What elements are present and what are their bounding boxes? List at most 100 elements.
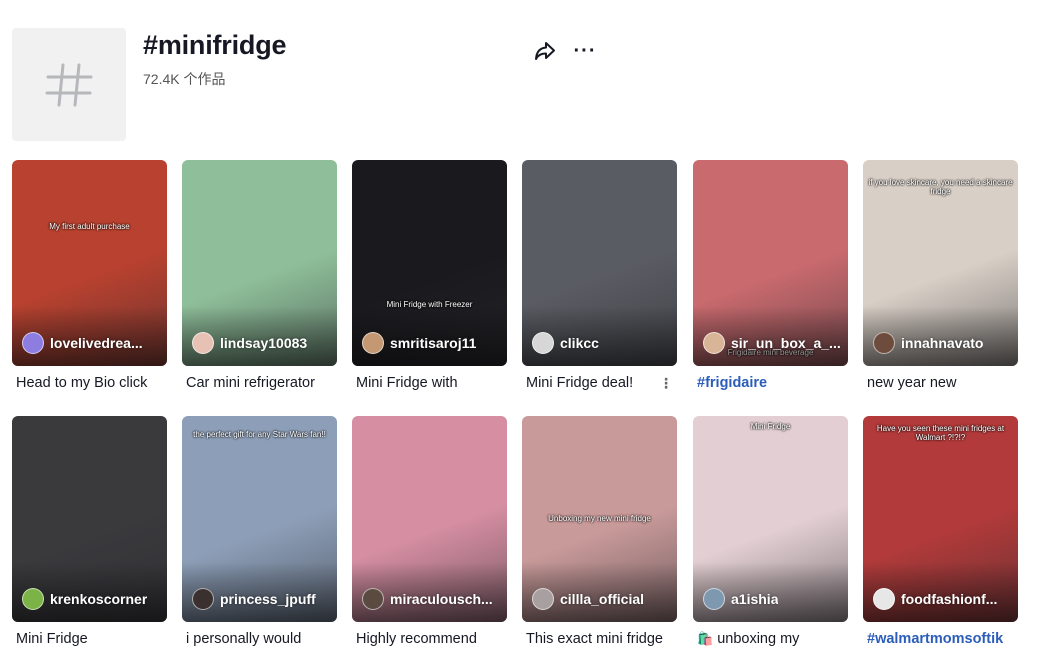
video-thumbnail[interactable]: lindsay10083 (182, 160, 337, 366)
video-author[interactable]: krenkoscorner (22, 588, 147, 610)
author-name: foodfashionf... (901, 591, 998, 607)
video-caption[interactable]: Highly recommend (356, 629, 507, 649)
video-overlay-text: Mini Fridge (750, 422, 791, 431)
avatar (192, 588, 214, 610)
video-card[interactable]: Frigidaire mini beveragesir_un_box_a_...… (693, 160, 848, 393)
caption-text: i personally would (186, 631, 302, 647)
video-card[interactable]: My first adult purchase lovelivedrea... He… (12, 160, 167, 393)
video-thumbnail[interactable]: miraculousch... (352, 416, 507, 622)
video-author[interactable]: smritisaroj11 (362, 332, 476, 354)
caption-text: Highly recommend (356, 631, 477, 647)
video-thumbnail[interactable]: My first adult purchase lovelivedrea... (12, 160, 167, 366)
video-thumbnail[interactable]: Frigidaire mini beveragesir_un_box_a_... (693, 160, 848, 366)
video-author[interactable]: foodfashionf... (873, 588, 997, 610)
video-overlay-text: if you love skincare, you need a skincar… (868, 178, 1013, 196)
shopping-bag-icon: 🛍️ (697, 631, 714, 646)
avatar (873, 588, 895, 610)
share-button[interactable] (532, 38, 558, 64)
video-card[interactable]: krenkoscorner Mini Fridge (12, 416, 167, 649)
video-author[interactable]: cillla_official (532, 588, 644, 610)
video-overlay-text: Unboxing my new mini fridge (548, 514, 651, 523)
avatar (703, 588, 725, 610)
caption-text: Head to my Bio click (16, 375, 148, 391)
caption-text: This exact mini fridge (526, 631, 663, 647)
video-count: 72.4K 个作品 (143, 71, 226, 87)
video-thumbnail[interactable]: if you love skincare, you need a skincar… (863, 160, 1018, 366)
author-name: miraculousch... (390, 591, 493, 607)
author-name: clikcc (560, 335, 599, 351)
video-caption[interactable]: Mini Fridge deal! ⋮ (526, 373, 677, 393)
video-caption[interactable]: Car mini refrigerator (186, 373, 337, 393)
video-overlay-text: My first adult purchase (49, 222, 130, 231)
author-name: krenkoscorner (50, 591, 148, 607)
caption-text: #walmartmomsoftik (867, 631, 1004, 647)
video-author[interactable]: clikcc (532, 332, 599, 354)
share-icon (535, 42, 555, 60)
author-name: lindsay10083 (220, 335, 308, 351)
avatar (532, 332, 554, 354)
vertical-more-icon[interactable]: ⋮ (659, 373, 673, 393)
hashtag-avatar (12, 28, 126, 141)
video-thumbnail[interactable]: krenkoscorner (12, 416, 167, 622)
video-overlay-text: Have you seen these mini fridges at Walm… (876, 424, 1005, 442)
author-name: lovelivedrea... (50, 335, 143, 351)
video-caption[interactable]: This exact mini fridge (526, 629, 677, 649)
caption-text: Mini Fridge deal! (526, 375, 634, 391)
caption-text: new year new (867, 375, 957, 391)
video-caption[interactable]: new year new (867, 373, 1018, 393)
video-caption[interactable]: i personally would (186, 629, 337, 649)
video-thumbnail[interactable]: Mini Fridge a1ishia (693, 416, 848, 622)
avatar (703, 332, 725, 354)
video-thumbnail[interactable]: Unboxing my new mini fridge cillla_offici… (522, 416, 677, 622)
video-thumbnail[interactable]: the perfect gift for any Star Wars fan!!… (182, 416, 337, 622)
video-author[interactable]: a1ishia (703, 588, 778, 610)
author-name: sir_un_box_a_... (731, 335, 841, 351)
video-card[interactable]: the perfect gift for any Star Wars fan!!… (182, 416, 337, 649)
more-button[interactable]: ··· (572, 38, 598, 64)
avatar (362, 588, 384, 610)
author-name: cillla_official (560, 591, 645, 607)
video-author[interactable]: lovelivedrea... (22, 332, 143, 354)
video-author[interactable]: princess_jpuff (192, 588, 316, 610)
avatar (873, 332, 895, 354)
video-card[interactable]: Have you seen these mini fridges at Walm… (863, 416, 1018, 649)
video-caption[interactable]: Head to my Bio click (16, 373, 167, 393)
video-thumbnail[interactable]: clikcc (522, 160, 677, 366)
caption-text: Mini Fridge with (356, 375, 458, 391)
video-card[interactable]: Unboxing my new mini fridge cillla_offici… (522, 416, 677, 649)
video-author[interactable]: miraculousch... (362, 588, 493, 610)
video-caption[interactable]: #frigidaire (697, 373, 848, 393)
video-card[interactable]: if you love skincare, you need a skincar… (863, 160, 1018, 393)
video-author[interactable]: lindsay10083 (192, 332, 307, 354)
author-name: princess_jpuff (220, 591, 316, 607)
author-name: a1ishia (731, 591, 779, 607)
video-caption[interactable]: #walmartmomsoftik (867, 629, 1018, 649)
video-card[interactable]: Mini Fridge with Freezer smritisaroj11 Min… (352, 160, 507, 393)
video-overlay-text: the perfect gift for any Star Wars fan!! (193, 430, 326, 439)
video-card[interactable]: Mini Fridge a1ishia 🛍️ unboxing my (693, 416, 848, 649)
more-icon: ··· (573, 39, 597, 62)
author-name: innahnavato (901, 335, 984, 351)
avatar (192, 332, 214, 354)
page-title: #minifridge (143, 30, 287, 60)
avatar (22, 332, 44, 354)
video-card[interactable]: miraculousch... Highly recommend (352, 416, 507, 649)
video-caption[interactable]: 🛍️ unboxing my (697, 629, 848, 649)
caption-text: unboxing my (717, 631, 800, 647)
caption-text: Mini Fridge (16, 631, 88, 647)
avatar (532, 588, 554, 610)
video-caption[interactable]: Mini Fridge (16, 629, 167, 649)
video-author[interactable]: innahnavato (873, 332, 983, 354)
video-thumbnail[interactable]: Mini Fridge with Freezer smritisaroj11 (352, 160, 507, 366)
caption-text: Car mini refrigerator (186, 375, 315, 391)
video-caption[interactable]: Mini Fridge with (356, 373, 507, 393)
avatar (362, 332, 384, 354)
video-card[interactable]: clikcc Mini Fridge deal! ⋮ (522, 160, 677, 393)
video-author[interactable]: sir_un_box_a_... (703, 332, 841, 354)
video-thumbnail[interactable]: Have you seen these mini fridges at Walm… (863, 416, 1018, 622)
caption-text: #frigidaire (697, 375, 768, 391)
avatar (22, 588, 44, 610)
video-card[interactable]: lindsay10083 Car mini refrigerator (182, 160, 337, 393)
author-name: smritisaroj11 (390, 335, 477, 351)
hashtag-icon (45, 63, 93, 106)
